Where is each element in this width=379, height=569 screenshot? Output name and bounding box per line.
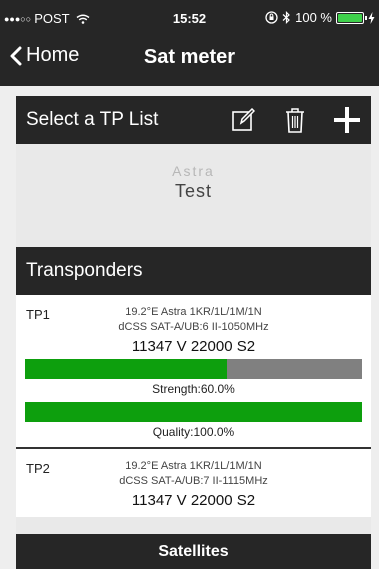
charging-icon xyxy=(368,11,375,24)
tp-frequency: 11347 V 22000 S2 xyxy=(131,338,256,355)
battery-percent: 100 % xyxy=(295,10,332,25)
satellites-button[interactable]: Satellites xyxy=(16,534,371,569)
edit-icon xyxy=(232,108,255,131)
transponders-section: Transponders TP1 19.2°E Astra 1KR/1L/1M/… xyxy=(16,247,371,517)
transponder-list: TP1 19.2°E Astra 1KR/1L/1M/1N dCSS SAT-A… xyxy=(16,295,371,517)
page-area: Select a TP List Astra Test Transponders… xyxy=(0,86,379,569)
tp-id: TP1 xyxy=(26,307,50,322)
strength-fill xyxy=(25,359,228,379)
tp-id: TP2 xyxy=(26,461,50,476)
plus-icon xyxy=(334,107,360,133)
tp-list-tools xyxy=(227,104,363,136)
delete-button[interactable] xyxy=(279,104,311,136)
list-item[interactable]: TP2 19.2°E Astra 1KR/1L/1M/1N dCSS SAT-A… xyxy=(16,449,371,517)
picker-option-selected: Test xyxy=(174,180,212,201)
picker-option-faded: Astra xyxy=(172,162,215,179)
tp-list-header: Select a TP List xyxy=(16,96,371,144)
transponders-header: Transponders xyxy=(16,247,371,295)
page-title: Sat meter xyxy=(143,46,236,68)
battery-icon xyxy=(336,11,367,24)
add-button[interactable] xyxy=(331,104,363,136)
quality-label: Quality:100.0% xyxy=(152,425,235,439)
edit-button[interactable] xyxy=(227,104,259,136)
trash-icon xyxy=(286,108,304,133)
status-bar: ●●●○○ POST 15:52 100 % xyxy=(0,0,379,36)
nav-bar: Home Sat meter xyxy=(0,36,379,82)
status-right: 100 % xyxy=(265,10,375,25)
bluetooth-icon xyxy=(282,11,290,24)
tp-satellite: 19.2°E Astra 1KR/1L/1M/1N xyxy=(125,460,262,472)
tp-satellite: 19.2°E Astra 1KR/1L/1M/1N xyxy=(125,306,262,318)
quality-bar xyxy=(25,402,362,422)
tp-list-picker[interactable]: Astra Test xyxy=(16,144,371,220)
top-bar: ●●●○○ POST 15:52 100 % Home Sat meter xyxy=(0,0,379,86)
strength-bar xyxy=(25,359,362,379)
content-panel: Select a TP List Astra Test Transponders… xyxy=(16,96,371,569)
tp-lnb: dCSS SAT-A/UB:6 II-1050MHz xyxy=(118,321,269,333)
satellites-label: Satellites xyxy=(158,542,229,560)
strength-label: Strength:60.0% xyxy=(152,382,235,396)
quality-fill xyxy=(25,402,362,422)
tp-list-title: Select a TP List xyxy=(26,109,159,130)
orientation-lock-icon xyxy=(265,11,278,24)
tp-frequency: 11347 V 22000 S2 xyxy=(131,492,256,509)
list-item[interactable]: TP1 19.2°E Astra 1KR/1L/1M/1N dCSS SAT-A… xyxy=(16,295,371,449)
transponders-title: Transponders xyxy=(26,260,143,281)
tp-lnb: dCSS SAT-A/UB:7 II-1115MHz xyxy=(119,475,268,487)
